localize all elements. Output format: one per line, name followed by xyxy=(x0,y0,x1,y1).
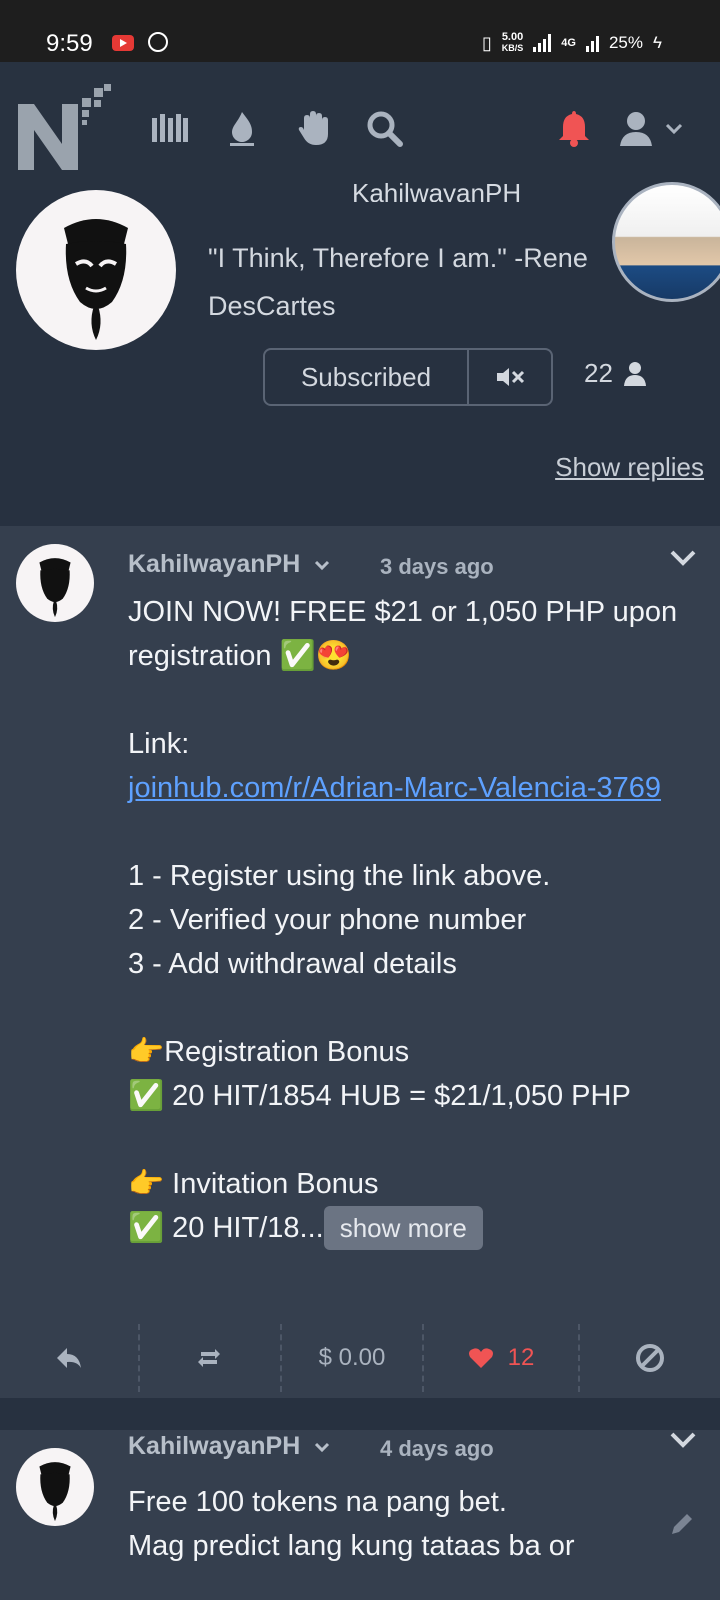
post-link[interactable]: joinhub.com/r/Adrian-Marc-Valencia-3769 xyxy=(128,772,661,804)
post-divider xyxy=(0,1398,720,1430)
status-time: 9:59 xyxy=(46,30,93,57)
top-nav xyxy=(0,62,720,191)
chevron-down-icon[interactable] xyxy=(662,108,686,148)
post-author-name[interactable]: KahilwayanPH xyxy=(128,1432,300,1460)
repost-icon xyxy=(198,1349,220,1367)
post-menu-chevron-icon[interactable] xyxy=(668,548,698,568)
post-bonus-registration: 👉Registration Bonus ✅ 20 HIT/1854 HUB = … xyxy=(128,1036,631,1112)
battery-percent: 25% xyxy=(608,33,643,52)
channel-avatar[interactable] xyxy=(16,190,176,350)
mute-button[interactable] xyxy=(469,350,551,404)
post-timestamp[interactable]: 3 days ago xyxy=(380,554,494,580)
person-icon xyxy=(623,361,646,386)
subscribe-group: Subscribed xyxy=(263,348,553,406)
subscriber-count-value: 22 xyxy=(584,358,613,388)
like-count: 12 xyxy=(507,1344,535,1371)
chevron-down-icon[interactable] xyxy=(313,1440,331,1454)
channel-description: "I Think, Therefore I am." -Rene DesCart… xyxy=(208,243,588,321)
post-body: JOIN NOW! FREE $21 or 1,050 PHP upon reg… xyxy=(128,590,688,1250)
reply-button[interactable] xyxy=(0,1318,138,1398)
remind-button[interactable] xyxy=(140,1318,278,1398)
library-icon[interactable] xyxy=(150,108,190,148)
youtube-icon xyxy=(112,35,134,51)
search-icon[interactable] xyxy=(364,108,404,148)
post-actions: $ 0.00 12 xyxy=(0,1318,720,1398)
subscribed-button[interactable]: Subscribed xyxy=(265,350,469,404)
post-card: KahilwayanPH 3 days ago JOIN NOW! FREE $… xyxy=(0,526,720,1398)
post-menu-chevron-icon[interactable] xyxy=(668,1430,698,1450)
post-link-label: Link: xyxy=(128,728,190,760)
mute-icon xyxy=(497,368,525,386)
post-body: Free 100 tokens na pang bet. Mag predict… xyxy=(128,1486,575,1562)
chevron-down-icon[interactable] xyxy=(313,558,331,572)
block-icon xyxy=(636,1344,664,1372)
post-author-avatar[interactable] xyxy=(16,1448,94,1526)
net-speed-unit: KB/S xyxy=(501,43,524,53)
net-speed-value: 5.00 xyxy=(501,31,524,43)
vibrate-icon: ▯ xyxy=(481,32,492,53)
user-icon[interactable] xyxy=(616,108,656,148)
post-author[interactable]: KahilwayanPH xyxy=(128,550,331,579)
channel-card: KahilwayanPH "I Think, Therefore I am." … xyxy=(0,178,720,526)
subscriber-count: 22 xyxy=(584,358,647,389)
post-bonus-invitation-title: 👉 Invitation Bonus xyxy=(128,1168,379,1200)
user-avatar[interactable] xyxy=(612,182,720,302)
charging-icon: ϟ xyxy=(653,33,662,52)
post-author-avatar[interactable] xyxy=(16,544,94,622)
post-author-name[interactable]: KahilwayanPH xyxy=(128,550,300,578)
status-bar: 9:59 ▯ 5.00 KB/S 4G 25% ϟ xyxy=(0,0,720,62)
post-author[interactable]: KahilwayanPH xyxy=(128,1432,331,1461)
network-type: 4G xyxy=(561,37,576,49)
edit-pencil-icon[interactable] xyxy=(668,1510,696,1543)
show-more-button[interactable]: show more xyxy=(323,1206,483,1250)
show-replies-link[interactable]: Show replies xyxy=(555,452,704,483)
reply-icon xyxy=(57,1348,81,1368)
like-button[interactable]: 12 xyxy=(424,1318,578,1398)
net-speed: 5.00 KB/S xyxy=(502,32,524,54)
heart-icon xyxy=(468,1348,493,1368)
signal-2-icon xyxy=(585,34,599,52)
payout-value[interactable]: $ 0.00 xyxy=(282,1318,422,1398)
signal-icon xyxy=(533,34,552,52)
block-button[interactable] xyxy=(580,1318,720,1398)
hand-icon[interactable] xyxy=(294,108,334,148)
fire-icon[interactable] xyxy=(222,108,262,148)
post-card: KahilwayanPH 4 days ago Free 100 tokens … xyxy=(0,1430,720,1600)
status-indicators: ▯ 5.00 KB/S 4G 25% ϟ xyxy=(482,32,662,54)
messenger-icon xyxy=(148,32,168,52)
post-timestamp[interactable]: 4 days ago xyxy=(380,1436,494,1462)
bell-icon[interactable] xyxy=(554,108,594,148)
post-bonus-invitation-truncated: ✅ 20 HIT/18... xyxy=(128,1212,324,1244)
channel-name: KahilwayanPH xyxy=(352,178,522,202)
post-steps: 1 - Register using the link above. 2 - V… xyxy=(128,860,551,980)
minds-logo-icon[interactable] xyxy=(16,82,116,172)
post-text-intro: JOIN NOW! FREE $21 or 1,050 PHP upon reg… xyxy=(128,596,686,672)
